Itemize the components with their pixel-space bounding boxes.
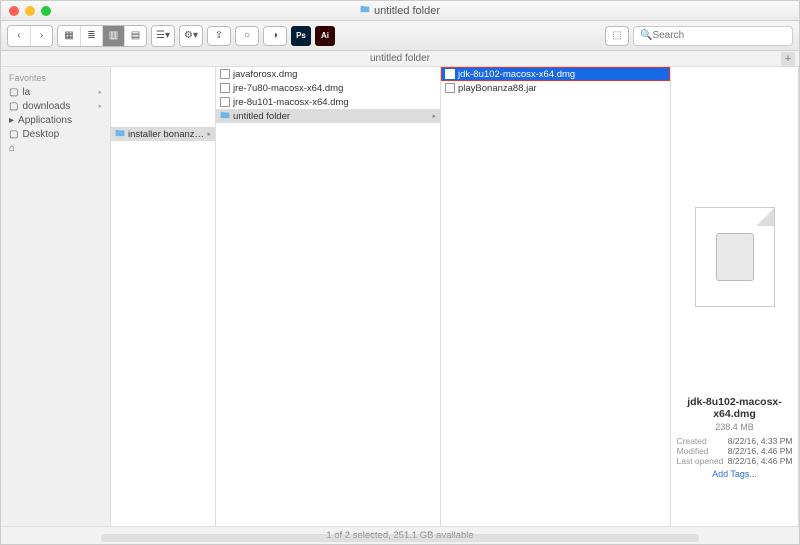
add-tags-button[interactable]: Add Tags... xyxy=(675,469,795,479)
sidebar-item[interactable]: ▸Applications xyxy=(1,113,110,127)
column-2[interactable]: javaforosx.dmg jre-7u80-macosx-x64.dmg j… xyxy=(216,67,441,526)
arrange-button[interactable]: ☰▾ xyxy=(152,26,174,46)
meta-row: Modified8/22/16, 4:46 PM xyxy=(675,446,795,456)
list-item[interactable]: installer bonanza88 ▸ xyxy=(111,127,215,141)
chevron-right-icon: ▸ xyxy=(98,102,102,110)
list-item-selected[interactable]: jdk-8u102-macosx-x64.dmg xyxy=(441,67,670,81)
preview-info: jdk-8u102-macosx-x64.dmg 238.4 MB Create… xyxy=(675,397,795,479)
nav-group: ‹ › xyxy=(7,25,53,47)
chevron-right-icon: ▸ xyxy=(98,88,102,96)
home-icon: ⌂ xyxy=(9,143,15,154)
item-label: installer bonanza88 xyxy=(128,129,204,140)
sidebar-header-favorites: Favorites xyxy=(1,71,110,85)
file-icon xyxy=(220,83,230,93)
horizontal-scrollbar[interactable] xyxy=(101,534,699,542)
folder-icon xyxy=(220,110,230,123)
list-item[interactable]: jre-8u101-macosx-x64.dmg xyxy=(216,95,440,109)
maximize-button[interactable] xyxy=(41,6,51,16)
folder-icon: ▢ xyxy=(9,129,18,140)
item-label: untitled folder xyxy=(233,111,290,122)
share-button[interactable]: ⇪ xyxy=(207,26,231,46)
column-view-button[interactable]: ▥ xyxy=(102,26,124,46)
disk-image-icon xyxy=(716,233,754,281)
search-icon: 🔍 xyxy=(640,30,652,41)
item-label: jre-7u80-macosx-x64.dmg xyxy=(233,83,343,94)
file-icon xyxy=(445,69,455,79)
gallery-view-button[interactable]: ▤ xyxy=(124,26,146,46)
sidebar-item[interactable]: ▢la▸ xyxy=(1,85,110,99)
preview-pane: jdk-8u102-macosx-x64.dmg 238.4 MB Create… xyxy=(671,67,799,526)
meta-row: Last opened8/22/16, 4:46 PM xyxy=(675,456,795,466)
sidebar-item-home[interactable]: ⌂ xyxy=(1,141,110,155)
illustrator-icon[interactable]: Ai xyxy=(315,26,335,46)
chevron-right-icon: ▸ xyxy=(207,130,211,138)
chevron-right-icon: ▸ xyxy=(432,112,436,120)
sidebar: Favorites ▢la▸ ▢downloads▸ ▸Applications… xyxy=(1,67,111,526)
action-button[interactable]: ⚙▾ xyxy=(180,26,202,46)
close-button[interactable] xyxy=(9,6,19,16)
search-field[interactable]: 🔍 xyxy=(633,26,793,46)
dropbox-button[interactable]: ⬚ xyxy=(605,26,629,46)
sidebar-item[interactable]: ▢Desktop xyxy=(1,127,110,141)
pathbar-text: untitled folder xyxy=(370,53,430,64)
file-icon xyxy=(220,69,230,79)
add-tab-button[interactable]: + xyxy=(781,52,795,66)
arrange-group: ☰▾ xyxy=(151,25,175,47)
forward-button[interactable]: › xyxy=(30,26,52,46)
file-icon xyxy=(220,97,230,107)
quicklook-button[interactable]: ◑ xyxy=(263,26,287,46)
preview-filename: jdk-8u102-macosx-x64.dmg xyxy=(675,397,795,420)
view-group: ▦ ≣ ▥ ▤ xyxy=(57,25,147,47)
preview-thumbnail[interactable] xyxy=(695,207,775,307)
statusbar: 1 of 2 selected, 251.1 GB available xyxy=(1,526,799,544)
sidebar-item[interactable]: ▢downloads▸ xyxy=(1,99,110,113)
pathbar: untitled folder + xyxy=(1,51,799,67)
icon-view-button[interactable]: ▦ xyxy=(58,26,80,46)
folder-icon: ▢ xyxy=(9,101,18,112)
item-label: javaforosx.dmg xyxy=(233,69,297,80)
column-3[interactable]: jdk-8u102-macosx-x64.dmg playBonanza88.j… xyxy=(441,67,671,526)
window-title: untitled folder xyxy=(360,4,440,17)
toolbar: ‹ › ▦ ≣ ▥ ▤ ☰▾ ⚙▾ ⇪ ○ ◑ Ps Ai ⬚ 🔍 xyxy=(1,21,799,51)
folder-icon xyxy=(360,4,370,17)
minimize-button[interactable] xyxy=(25,6,35,16)
preview-filesize: 238.4 MB xyxy=(675,422,795,432)
titlebar: untitled folder xyxy=(1,1,799,21)
column-1[interactable]: installer bonanza88 ▸ xyxy=(111,67,216,526)
tags-button[interactable]: ○ xyxy=(235,26,259,46)
search-input[interactable] xyxy=(652,30,786,41)
item-label: jdk-8u102-macosx-x64.dmg xyxy=(458,69,575,80)
traffic-lights xyxy=(9,6,51,16)
file-icon xyxy=(445,83,455,93)
meta-row: Created8/22/16, 4:33 PM xyxy=(675,436,795,446)
app-icon: ▸ xyxy=(9,115,14,126)
photoshop-icon[interactable]: Ps xyxy=(291,26,311,46)
list-item[interactable]: playBonanza88.jar xyxy=(441,81,670,95)
title-text: untitled folder xyxy=(374,5,440,17)
list-item[interactable]: javaforosx.dmg xyxy=(216,67,440,81)
list-item[interactable]: jre-7u80-macosx-x64.dmg xyxy=(216,81,440,95)
item-label: jre-8u101-macosx-x64.dmg xyxy=(233,97,349,108)
list-item[interactable]: untitled folder ▸ xyxy=(216,109,440,123)
item-label: playBonanza88.jar xyxy=(458,83,537,94)
finder-window: untitled folder ‹ › ▦ ≣ ▥ ▤ ☰▾ ⚙▾ ⇪ ○ ◑ … xyxy=(0,0,800,545)
action-group: ⚙▾ xyxy=(179,25,203,47)
back-button[interactable]: ‹ xyxy=(8,26,30,46)
folder-icon: ▢ xyxy=(9,87,18,98)
body: Favorites ▢la▸ ▢downloads▸ ▸Applications… xyxy=(1,67,799,526)
folder-icon xyxy=(115,128,125,141)
list-view-button[interactable]: ≣ xyxy=(80,26,102,46)
